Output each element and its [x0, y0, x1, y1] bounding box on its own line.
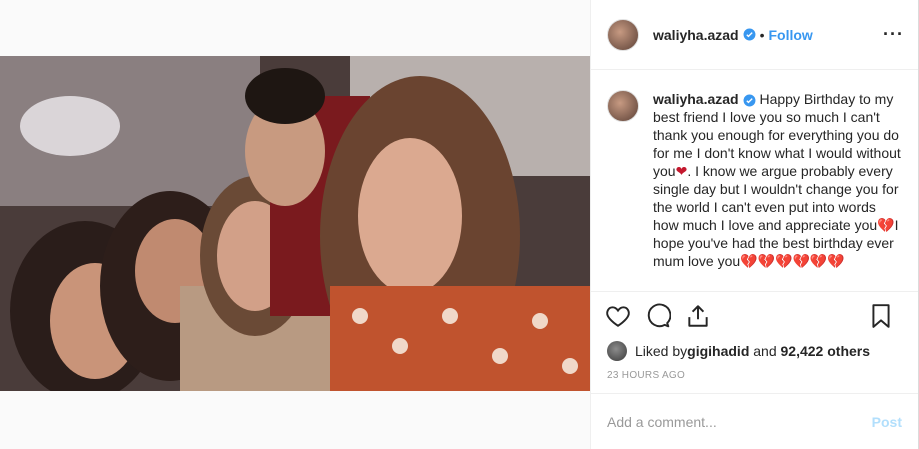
heart-emoji: ❤	[675, 163, 688, 179]
broken-heart-emoji: 💔	[877, 217, 895, 233]
author-username[interactable]: waliyha.azad	[653, 27, 739, 43]
caption-text: waliyha.azad Happy Birthday to my best f…	[653, 90, 902, 291]
post-header: waliyha.azad • Follow ···	[591, 0, 918, 70]
comment-input[interactable]	[607, 413, 872, 430]
caption-part-2: . I know we argue probably every single …	[653, 163, 899, 233]
photo-pane	[0, 0, 590, 449]
verified-badge-icon	[743, 28, 756, 41]
bookmark-icon[interactable]	[868, 303, 894, 329]
likes-count-link[interactable]: 92,422 others	[781, 343, 871, 359]
comment-icon[interactable]	[645, 303, 671, 329]
comment-box: Post	[591, 393, 918, 449]
share-icon[interactable]	[685, 303, 711, 329]
follow-button[interactable]: Follow	[769, 27, 813, 43]
caption-area: waliyha.azad Happy Birthday to my best f…	[591, 70, 918, 292]
first-liker-link[interactable]: gigihadid	[687, 343, 749, 359]
avatar[interactable]	[607, 18, 639, 51]
likes-row: Liked by gigihadid and 92,422 others	[591, 340, 918, 362]
post-timestamp[interactable]: 23 HOURS AGO	[591, 362, 918, 392]
caption-username[interactable]: waliyha.azad	[653, 91, 739, 107]
post-comment-button[interactable]: Post	[872, 414, 902, 430]
likes-prefix: Liked by	[635, 343, 688, 359]
broken-hearts-emoji: 💔💔💔💔💔💔	[740, 253, 845, 269]
post-photo[interactable]	[0, 56, 590, 391]
caption-avatar[interactable]	[607, 90, 639, 122]
separator-dot: •	[759, 26, 765, 43]
heart-icon[interactable]	[605, 303, 631, 329]
more-options-icon[interactable]: ···	[883, 24, 904, 45]
action-bar	[591, 292, 918, 340]
verified-badge-icon	[743, 94, 756, 107]
liker-avatar[interactable]	[607, 341, 627, 361]
post-sidebar: waliyha.azad • Follow ··· waliyha.azad H…	[590, 0, 919, 449]
group-selfie-image	[0, 56, 590, 391]
likes-middle: and	[749, 343, 781, 359]
